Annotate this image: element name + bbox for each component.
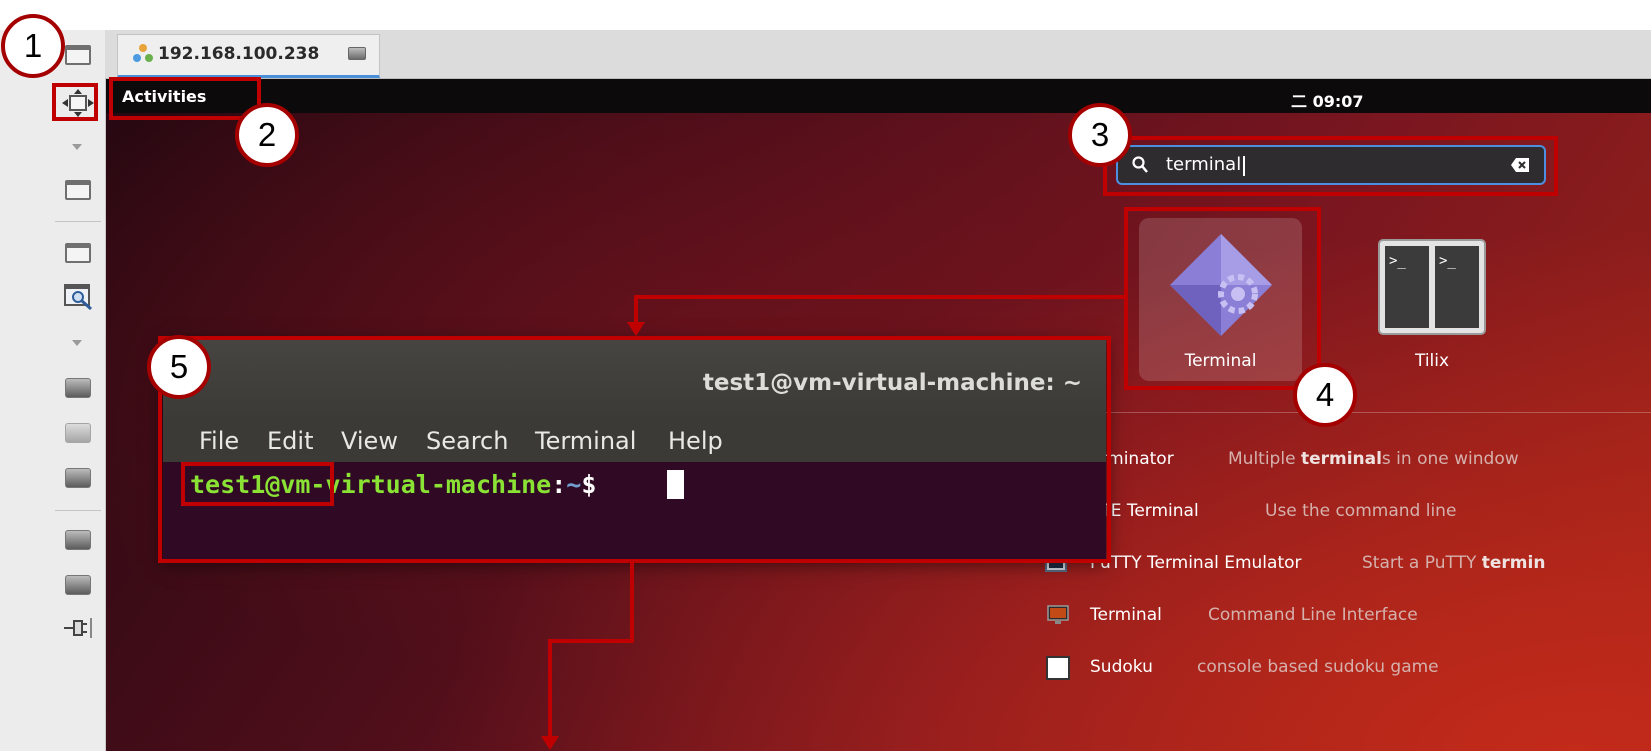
result-terminal-name[interactable]: Terminal (1090, 605, 1162, 625)
highlight-box-5 (158, 336, 1111, 563)
dropdown-caret-icon[interactable] (72, 144, 82, 150)
multi-window-icon[interactable] (65, 180, 91, 200)
arrow-down-icon (627, 322, 645, 336)
drive-icon[interactable] (65, 468, 91, 488)
tab-title: 192.168.100.238 (158, 44, 320, 64)
gnome-top-bar: Activities 二 09:07 (106, 79, 1651, 113)
svg-text:>_: >_ (1389, 253, 1406, 269)
highlight-box-1 (52, 83, 98, 121)
result-putty-desc: Start a PuTTY termin (1362, 553, 1546, 573)
screen-icon[interactable] (348, 47, 366, 60)
result-terminator-desc: Multiple terminals in one window (1228, 449, 1519, 469)
clock-time: 09:07 (1312, 92, 1364, 111)
clock[interactable]: 二 09:07 (1291, 88, 1364, 112)
connector-line (548, 639, 552, 739)
highlight-box-prompt (181, 462, 334, 506)
network-icon (133, 44, 153, 62)
connector-line (634, 295, 1126, 299)
plug-icon[interactable] (64, 616, 94, 640)
result-mate-terminal-desc: Use the command line (1265, 501, 1457, 521)
step-badge-5: 5 (147, 335, 211, 399)
drive-icon[interactable] (65, 378, 91, 398)
result-sudoku-name[interactable]: Sudoku (1090, 657, 1153, 677)
step-badge-1: 1 (1, 14, 65, 78)
arrow-down-icon (541, 736, 559, 750)
connector-line (630, 561, 634, 643)
results-divider (1091, 412, 1651, 413)
keyboard-layout-icon: 二 (1291, 92, 1308, 111)
result-terminal-desc: Command Line Interface (1208, 605, 1418, 625)
step-badge-3: 3 (1068, 103, 1132, 167)
tilix-icon[interactable]: >_ >_ (1378, 239, 1486, 335)
highlight-box-2 (109, 77, 261, 120)
window-mode-icon[interactable] (65, 45, 91, 65)
drive-icon[interactable] (65, 575, 91, 595)
result-putty-name[interactable]: PuTTY Terminal Emulator (1090, 553, 1302, 573)
drive-disabled-icon (65, 423, 91, 443)
connector-line (548, 639, 634, 643)
connector-line (634, 295, 638, 325)
highlight-box-3 (1103, 136, 1558, 196)
step-badge-2: 2 (235, 103, 299, 167)
viewer-toolbar (0, 30, 106, 751)
svg-text:>_: >_ (1439, 253, 1456, 269)
sudoku-icon (1046, 656, 1070, 680)
step-badge-4: 4 (1293, 363, 1357, 427)
app-tile-label: Tilix (1414, 351, 1450, 371)
zoom-window-icon[interactable] (64, 284, 94, 310)
terminal-monitor-icon (1047, 605, 1069, 624)
resize-window-icon[interactable] (65, 243, 91, 263)
drive-icon[interactable] (65, 530, 91, 550)
dropdown-caret-icon[interactable] (72, 340, 82, 346)
result-sudoku-desc: console based sudoku game (1197, 657, 1439, 677)
highlight-box-4 (1124, 207, 1321, 390)
